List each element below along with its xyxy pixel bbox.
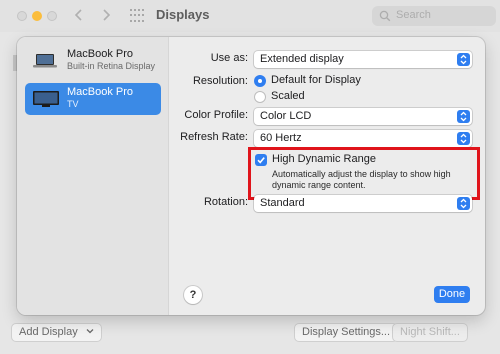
resolution-scaled-radio[interactable] [254,91,266,103]
forward-button[interactable] [97,6,115,24]
chevron-down-icon [86,329,94,334]
checkmark-icon [257,157,265,164]
sidebar-item-subtitle: TV [67,99,79,109]
rotation-label: Rotation: [203,196,248,208]
window-titlebar: Displays Search [0,0,500,32]
night-shift-label: Night Shift... [400,326,460,338]
search-placeholder: Search [396,9,431,21]
refresh-rate-popup[interactable]: 60 Hertz [254,130,472,147]
rotation-value: Standard [260,197,305,209]
display-settings-panel: Use as: Extended display Resolution: Def… [170,37,485,315]
sidebar-item-subtitle: Built-in Retina Display [67,61,156,71]
refresh-rate-value: 60 Hertz [260,132,302,144]
resolution-label: Resolution: [192,75,248,87]
show-all-grid-icon[interactable] [130,9,144,23]
zoom-window-button[interactable] [47,11,57,21]
color-profile-label: Color Profile: [184,109,248,121]
use-as-popup[interactable]: Extended display [254,51,472,68]
color-profile-popup[interactable]: Color LCD [254,108,472,125]
refresh-rate-label: Refresh Rate: [180,131,248,143]
popup-stepper-icon [457,53,470,66]
display-settings-sheet: MacBook Pro Built-in Retina Display MacB… [17,37,485,315]
add-display-label: Add Display [19,326,78,338]
resolution-scaled-label: Scaled [271,90,305,102]
back-button[interactable] [70,6,88,24]
rotation-popup[interactable]: Standard [254,195,472,212]
sidebar-item-tv-display[interactable]: MacBook Pro TV [25,83,161,115]
sidebar-item-name: MacBook Pro [67,86,134,98]
popup-stepper-icon [457,110,470,123]
use-as-value: Extended display [260,53,344,65]
search-icon [379,10,391,22]
minimize-window-button[interactable] [32,11,42,21]
done-button[interactable]: Done [434,286,470,303]
hdr-description: Automatically adjust the display to show… [272,169,451,190]
chevron-right-icon [103,9,111,21]
hdr-label: High Dynamic Range [272,153,376,165]
display-settings-button[interactable]: Display Settings... [294,323,399,342]
add-display-button[interactable]: Add Display [11,323,102,342]
sidebar-item-name: MacBook Pro [67,48,134,60]
color-profile-value: Color LCD [260,110,312,122]
popup-stepper-icon [457,197,470,210]
close-window-button[interactable] [17,11,27,21]
window-title: Displays [156,7,210,22]
display-sidebar: MacBook Pro Built-in Retina Display MacB… [17,37,169,315]
hdr-checkbox[interactable] [255,154,267,166]
use-as-label: Use as: [210,52,248,64]
tv-icon [33,91,59,107]
chevron-left-icon [74,9,82,21]
popup-stepper-icon [457,132,470,145]
sidebar-item-builtin-display[interactable]: MacBook Pro Built-in Retina Display [25,45,161,77]
resolution-default-radio[interactable] [254,75,266,87]
search-field[interactable]: Search [372,6,496,26]
resolution-default-label: Default for Display [271,74,361,86]
display-settings-label: Display Settings... [302,326,391,338]
laptop-icon [33,54,57,68]
night-shift-button[interactable]: Night Shift... [392,323,468,342]
help-button[interactable]: ? [184,286,202,304]
